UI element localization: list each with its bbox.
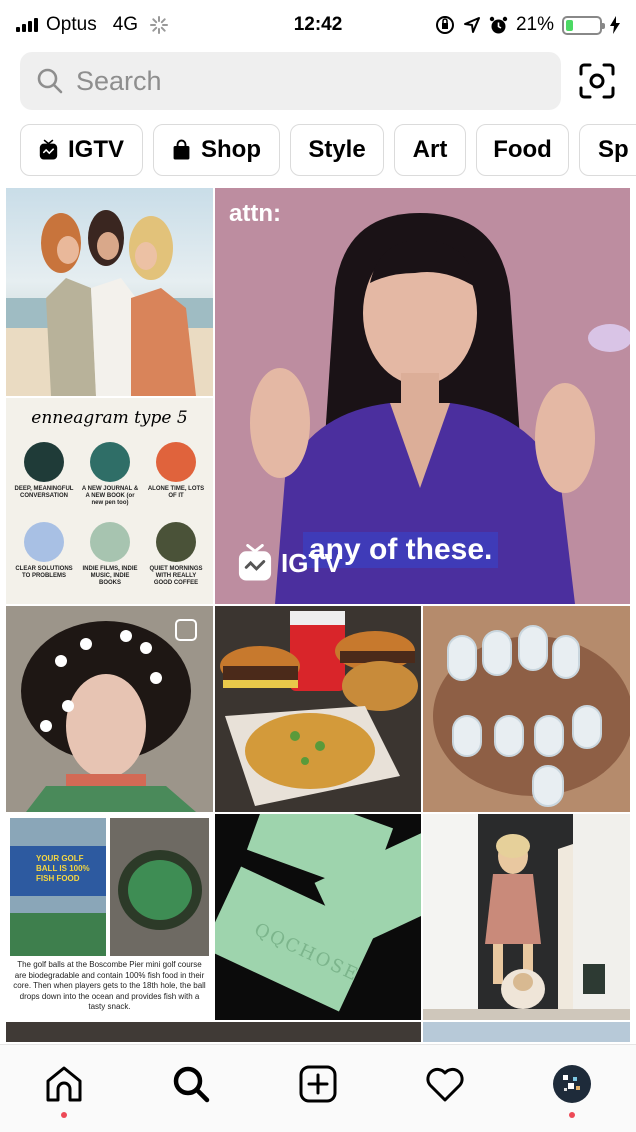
chip-label: Food [493, 136, 552, 163]
grid-post-flower-portrait[interactable] [6, 606, 213, 812]
nav-home[interactable] [34, 1054, 94, 1118]
grid-post-nail-art[interactable] [423, 606, 630, 812]
beach-photo [6, 188, 213, 396]
status-bar: Optus 4G 12:42 21% [0, 0, 636, 50]
enneagram-item-label: CLEAR SOLUTIONS TO PROBLEMS [15, 566, 73, 579]
enneagram-item-label: INDIE FILMS, INDIE MUSIC, INDIE BOOKS [82, 566, 138, 586]
golf-photo [10, 818, 209, 956]
color-swatch [24, 442, 64, 482]
chip-art[interactable]: Art [394, 124, 466, 176]
golf-sign-text: YOUR GOLF BALL IS 100% FISH FOOD [36, 854, 90, 883]
nav-activity[interactable] [415, 1054, 475, 1114]
enneagram-item: A NEW JOURNAL & A NEW BOOK (or new pen t… [80, 442, 140, 507]
color-swatch [24, 522, 64, 562]
grid-post-partial-2[interactable] [423, 1022, 630, 1042]
bottom-nav [0, 1044, 636, 1132]
network-label: 4G [112, 14, 139, 35]
nav-search[interactable] [161, 1054, 221, 1114]
enneagram-item-label: A NEW JOURNAL & A NEW BOOK (or new pen t… [81, 486, 139, 506]
chip-sports[interactable]: Sp [579, 124, 636, 176]
topic-chips: IGTV Shop Style Art Food Sp [20, 124, 636, 176]
battery-level [566, 19, 573, 31]
igtv-badge: IGTV [237, 544, 342, 582]
signal-icon [16, 18, 38, 32]
profile-avatar [553, 1064, 592, 1103]
explore-grid: enneagram type 5 DEEP, MEANINGFUL CONVER… [6, 188, 630, 1042]
grid-post-business-cards[interactable]: QQCHOSE [215, 814, 421, 1020]
chip-label: Sp [598, 136, 629, 163]
chip-label: Style [308, 136, 366, 163]
doorway-photo [423, 814, 630, 1020]
brand-watermark: attn: [229, 200, 281, 227]
home-icon [46, 1066, 82, 1101]
chip-shop[interactable]: Shop [153, 124, 280, 176]
alarm-icon [489, 16, 508, 33]
shopping-bag-icon [173, 139, 190, 160]
chip-label: Shop [201, 136, 261, 163]
color-swatch [156, 522, 196, 562]
scan-icon [579, 63, 615, 99]
color-swatch [90, 522, 130, 562]
nav-new-post[interactable] [288, 1054, 348, 1114]
carrier-label: Optus [46, 14, 97, 35]
loading-spinner-icon [150, 16, 169, 34]
chip-igtv[interactable]: IGTV [20, 124, 143, 176]
avatar-image [563, 1074, 581, 1091]
battery-percent: 21% [515, 14, 554, 35]
chip-style[interactable]: Style [290, 124, 384, 176]
notification-dot [569, 1111, 576, 1118]
enneagram-item-label: ALONE TIME, LOTS OF IT [147, 486, 205, 499]
grid-post-igtv-feature[interactable]: attn: any of these. IGTV [215, 188, 630, 604]
enneagram-item-label: DEEP, MEANINGFUL CONVERSATION [14, 486, 74, 499]
nails-photo [423, 606, 630, 812]
notification-dot [60, 1111, 67, 1118]
grid-post-beach-friends[interactable] [6, 188, 213, 396]
nav-profile[interactable] [542, 1054, 602, 1118]
igtv-badge-label: IGTV [281, 547, 342, 578]
enneagram-item: DEEP, MEANINGFUL CONVERSATION [14, 442, 74, 500]
orientation-lock-icon [435, 16, 454, 34]
location-arrow-icon [463, 17, 480, 33]
chip-label: IGTV [67, 136, 124, 163]
grid-post-enneagram[interactable]: enneagram type 5 DEEP, MEANINGFUL CONVER… [6, 398, 213, 604]
enneagram-title: enneagram type 5 [31, 408, 188, 428]
scan-button[interactable] [578, 62, 616, 100]
igtv-icon [238, 544, 272, 581]
grid-post-golf-fish-food[interactable]: YOUR GOLF BALL IS 100% FISH FOOD The gol… [6, 814, 213, 1020]
color-swatch [156, 442, 196, 482]
search-box[interactable] [20, 52, 561, 110]
charging-bolt-icon [610, 16, 620, 34]
color-swatch [90, 442, 130, 482]
grid-post-partial-1[interactable] [6, 1022, 421, 1042]
enneagram-item: CLEAR SOLUTIONS TO PROBLEMS [14, 522, 74, 580]
search-input[interactable] [76, 65, 516, 97]
enneagram-item: QUIET MORNINGS WITH REALLY GOOD COFFEE [146, 522, 206, 587]
enneagram-item: ALONE TIME, LOTS OF IT [146, 442, 206, 500]
search-icon [173, 1066, 210, 1102]
enneagram-item-label: QUIET MORNINGS WITH REALLY GOOD COFFEE [149, 566, 203, 586]
cards-photo [215, 814, 421, 1020]
battery-icon [562, 15, 605, 35]
search-icon [37, 68, 63, 94]
food-photo [215, 606, 421, 812]
chip-food[interactable]: Food [476, 124, 569, 176]
portrait-photo [6, 606, 213, 812]
heart-icon [426, 1067, 464, 1101]
golf-caption: The golf balls at the Boscombe Pier mini… [13, 960, 206, 1011]
igtv-icon [39, 139, 58, 160]
search-row [20, 52, 616, 110]
enneagram-item: INDIE FILMS, INDIE MUSIC, INDIE BOOKS [80, 522, 140, 587]
add-post-icon [299, 1065, 337, 1102]
chip-label: Art [412, 136, 448, 163]
grid-post-burgers[interactable] [215, 606, 421, 812]
grid-post-doorway-dog[interactable] [423, 814, 630, 1020]
